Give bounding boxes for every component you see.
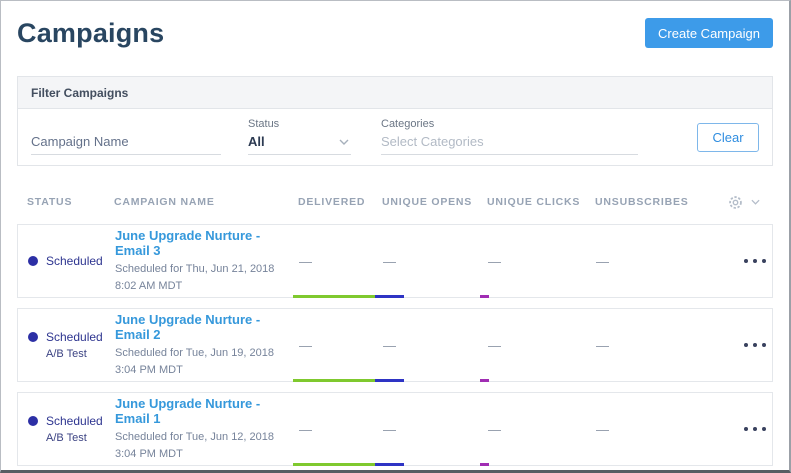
filter-panel: Filter Campaigns Status All Categories C… bbox=[17, 76, 773, 166]
campaign-status-cell: Scheduled bbox=[28, 254, 115, 268]
stat-unique-clicks: — bbox=[488, 254, 596, 269]
delivered-bar bbox=[293, 379, 375, 382]
campaign-status-cell: Scheduled A/B Test bbox=[28, 414, 115, 444]
campaign-schedule: Scheduled for Thu, Jun 21, 2018 8:02 AM … bbox=[115, 261, 287, 294]
campaign-row: Scheduled A/B Test June Upgrade Nurture … bbox=[17, 308, 773, 382]
column-header-campaign-name: CAMPAIGN NAME bbox=[114, 196, 298, 208]
status-text: Scheduled bbox=[46, 330, 103, 344]
categories-field: Categories bbox=[381, 118, 638, 155]
status-dot-icon bbox=[28, 332, 38, 342]
column-header-status: STATUS bbox=[27, 196, 114, 208]
campaign-name-link[interactable]: June Upgrade Nurture - Email 2 bbox=[115, 312, 287, 342]
column-header-unsubscribes: UNSUBSCRIBES bbox=[595, 196, 727, 208]
campaign-status-cell: Scheduled A/B Test bbox=[28, 330, 115, 360]
unique-opens-bar bbox=[375, 463, 404, 466]
status-text: Scheduled bbox=[46, 414, 103, 428]
campaign-list: Scheduled June Upgrade Nurture - Email 3… bbox=[17, 224, 773, 466]
campaign-schedule: Scheduled for Tue, Jun 19, 2018 3:04 PM … bbox=[115, 345, 287, 378]
campaign-name-link[interactable]: June Upgrade Nurture - Email 3 bbox=[115, 228, 287, 258]
page-title: Campaigns bbox=[17, 18, 164, 49]
unique-opens-bar bbox=[375, 295, 404, 298]
status-sub-text: A/B Test bbox=[46, 432, 115, 444]
status-dot-icon bbox=[28, 256, 38, 266]
table-header-row: STATUS CAMPAIGN NAME DELIVERED UNIQUE OP… bbox=[17, 192, 773, 212]
delivered-bar bbox=[293, 295, 375, 298]
campaign-name-input[interactable] bbox=[31, 131, 221, 155]
page-header: Campaigns Create Campaign bbox=[17, 15, 773, 51]
column-header-delivered: DELIVERED bbox=[298, 196, 382, 208]
filter-controls: Status All Categories Clear bbox=[18, 109, 772, 165]
status-selected-value: All bbox=[248, 134, 265, 149]
stat-unsubscribes: — bbox=[596, 254, 728, 269]
gear-icon[interactable] bbox=[727, 194, 744, 211]
categories-label: Categories bbox=[381, 118, 638, 130]
delivered-bar bbox=[293, 463, 375, 466]
status-dot-icon bbox=[28, 416, 38, 426]
campaign-row: Scheduled A/B Test June Upgrade Nurture … bbox=[17, 392, 773, 466]
stat-unique-clicks: — bbox=[488, 338, 596, 353]
unique-opens-bar bbox=[375, 379, 404, 382]
status-label: Status bbox=[248, 118, 351, 130]
status-select[interactable]: Status All bbox=[248, 118, 351, 155]
stat-unique-opens: — bbox=[383, 422, 488, 437]
row-actions-menu-icon[interactable] bbox=[728, 225, 772, 297]
stat-delivered: — bbox=[299, 338, 383, 353]
stat-unique-opens: — bbox=[383, 338, 488, 353]
filter-panel-title: Filter Campaigns bbox=[18, 77, 772, 109]
campaign-name-cell: June Upgrade Nurture - Email 2 Scheduled… bbox=[115, 312, 299, 378]
stat-unique-opens: — bbox=[383, 254, 488, 269]
stat-delivered: — bbox=[299, 422, 383, 437]
stat-unsubscribes: — bbox=[596, 338, 728, 353]
create-campaign-button[interactable]: Create Campaign bbox=[645, 18, 773, 48]
status-text: Scheduled bbox=[46, 254, 103, 268]
campaign-row: Scheduled June Upgrade Nurture - Email 3… bbox=[17, 224, 773, 298]
unique-clicks-bar bbox=[480, 463, 489, 466]
row-actions-menu-icon[interactable] bbox=[728, 309, 772, 381]
stat-unique-clicks: — bbox=[488, 422, 596, 437]
campaign-schedule: Scheduled for Tue, Jun 12, 2018 3:04 PM … bbox=[115, 429, 287, 462]
unique-clicks-bar bbox=[480, 295, 489, 298]
campaigns-page: Campaigns Create Campaign Filter Campaig… bbox=[0, 0, 791, 473]
unique-clicks-bar bbox=[480, 379, 489, 382]
clear-filters-button[interactable]: Clear bbox=[697, 123, 759, 152]
campaign-name-cell: June Upgrade Nurture - Email 1 Scheduled… bbox=[115, 396, 299, 462]
chevron-down-icon[interactable] bbox=[751, 199, 760, 205]
row-actions-menu-icon[interactable] bbox=[728, 393, 772, 465]
stat-unsubscribes: — bbox=[596, 422, 728, 437]
column-header-unique-clicks: UNIQUE CLICKS bbox=[487, 196, 595, 208]
chevron-down-icon bbox=[339, 139, 349, 145]
campaign-name-link[interactable]: June Upgrade Nurture - Email 1 bbox=[115, 396, 287, 426]
status-sub-text: A/B Test bbox=[46, 348, 115, 360]
stat-delivered: — bbox=[299, 254, 383, 269]
column-header-unique-opens: UNIQUE OPENS bbox=[382, 196, 487, 208]
campaign-name-cell: June Upgrade Nurture - Email 3 Scheduled… bbox=[115, 228, 299, 294]
categories-input[interactable] bbox=[381, 133, 638, 155]
